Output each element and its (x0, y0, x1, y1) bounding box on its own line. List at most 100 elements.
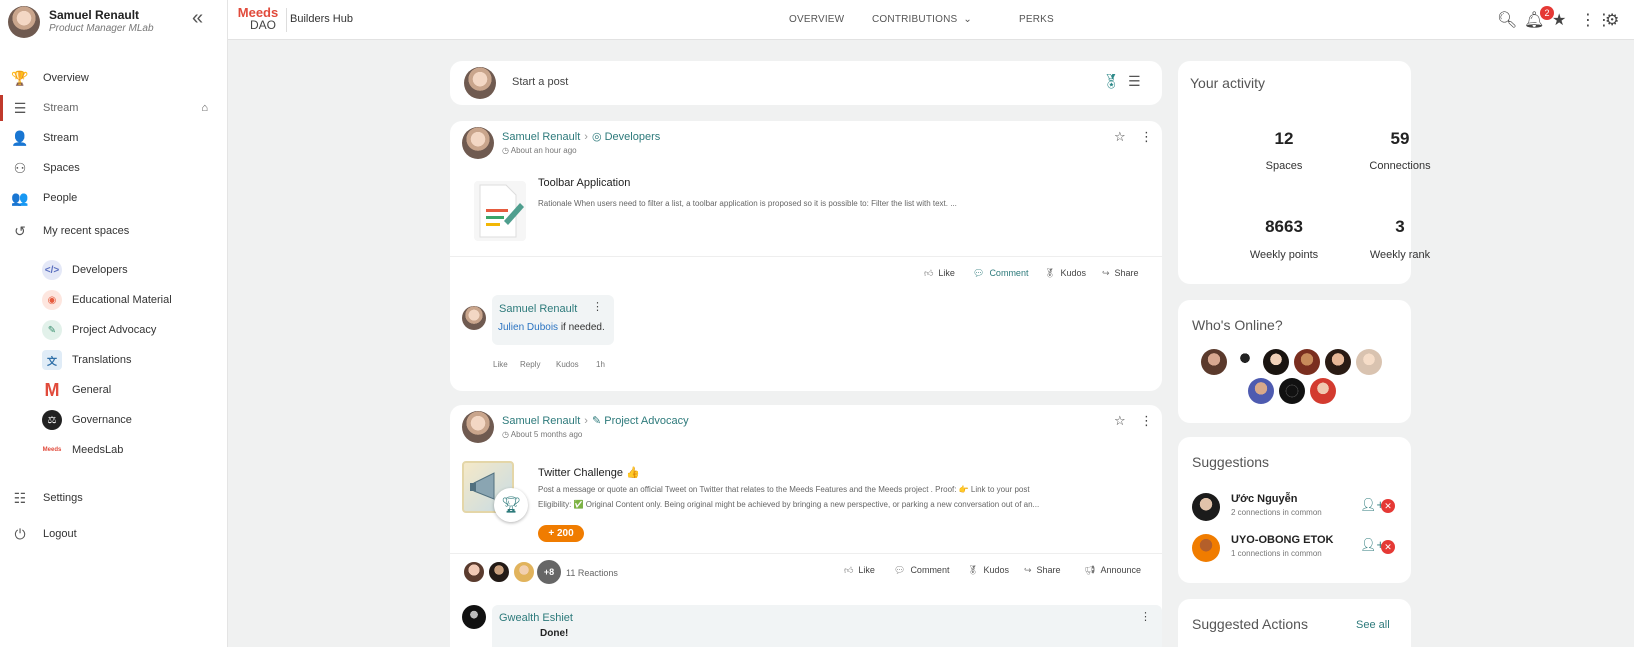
comment-like-button[interactable]: Like (493, 360, 508, 369)
post-author[interactable]: Samuel Renault (502, 131, 580, 143)
sidebar-item-stream[interactable]: ☰ Stream ⌂ (0, 95, 228, 121)
online-user-avatar[interactable] (1263, 349, 1289, 375)
comment-kudos-button[interactable]: Kudos (556, 360, 579, 369)
activity-title: Your activity (1190, 75, 1265, 91)
sidebar-item-spaces[interactable]: ⚇ Spaces (0, 155, 228, 181)
tab-contributions[interactable]: CONTRIBUTIONS ⌄ (872, 14, 972, 25)
avatar[interactable] (462, 127, 494, 159)
online-user-avatar[interactable] (1356, 349, 1382, 375)
post-time: ◷ About 5 months ago (502, 430, 583, 439)
more-options-icon[interactable]: ⋮ (1140, 129, 1153, 145)
star-icon[interactable]: ★ (1552, 10, 1566, 30)
search-icon[interactable]: 🔍︎ (1497, 10, 1517, 30)
sidebar-item-stream-private[interactable]: 👤 Stream (0, 125, 228, 151)
weekly-rank-value[interactable]: 3 (1350, 217, 1450, 237)
comment-reply-button[interactable]: Reply (520, 360, 540, 369)
avatar[interactable] (462, 411, 494, 443)
mention-link[interactable]: Julien Dubois (498, 322, 558, 333)
favorite-star-icon[interactable]: ☆ (1114, 413, 1126, 429)
more-reactions-badge[interactable]: +8 (537, 560, 561, 584)
tab-overview[interactable]: OVERVIEW (789, 14, 844, 25)
comment-button[interactable]: 💬︎ Comment (973, 268, 1028, 279)
comment-button[interactable]: 💬︎ Comment (894, 565, 949, 576)
post-space-link[interactable]: Project Advocacy (604, 415, 688, 427)
online-user-avatar[interactable] (1279, 378, 1305, 404)
home-icon[interactable]: ⌂ (201, 102, 208, 114)
reaction-avatar[interactable] (512, 560, 536, 584)
sidebar-space-educational-material[interactable]: ◉ Educational Material (42, 288, 172, 312)
like-button[interactable]: 👍︎ Like (924, 268, 955, 279)
your-activity-card: Your activity 12 Spaces 59 Connections 8… (1178, 61, 1431, 284)
see-all-link[interactable]: See all (1356, 619, 1390, 631)
sidebar-space-translations[interactable]: 文 Translations (42, 348, 132, 372)
sidebar-space-developers[interactable]: </> Developers (42, 258, 128, 282)
sidebar-item-logout[interactable]: ⏻ Logout (0, 521, 228, 547)
user-profile[interactable]: Samuel Renault Product Manager MLab (8, 6, 220, 38)
online-user-avatar[interactable] (1310, 378, 1336, 404)
educational-material-space-icon: ◉ (42, 290, 62, 310)
sidebar-space-project-advocacy[interactable]: ✎ Project Advocacy (42, 318, 156, 342)
sidebar-space-meedslab[interactable]: Meeds MeedsLab (42, 438, 124, 462)
online-user-avatar[interactable] (1201, 349, 1227, 375)
start-post-input[interactable]: Start a post (512, 76, 568, 88)
kudos-icon: 🏅︎ (967, 565, 979, 575)
suggestion-name[interactable]: UYO-OBONG ETOK (1231, 534, 1333, 546)
favorite-star-icon[interactable]: ☆ (1114, 129, 1126, 145)
document-icon (479, 184, 524, 238)
dismiss-suggestion-icon[interactable]: ✕ (1381, 499, 1395, 513)
space-label: Educational Material (72, 294, 172, 306)
collapse-sidebar-icon[interactable]: « (192, 8, 203, 28)
online-user-avatar[interactable] (1232, 349, 1258, 375)
sidebar-item-people[interactable]: 👥 People (0, 185, 228, 211)
activity-card: Samuel Renault › ✎ Project Advocacy ◷ Abou… (450, 405, 1162, 647)
sidebar-item-settings[interactable]: ☷ Settings (0, 485, 228, 511)
sidebar-item-overview[interactable]: 🏆 Overview (0, 65, 228, 91)
meeds-logo[interactable]: Meeds DAO (236, 6, 280, 34)
profile-name: Samuel Renault (49, 8, 140, 22)
comment-more-icon[interactable]: ⋮ (1140, 610, 1151, 623)
avatar[interactable] (1192, 493, 1220, 521)
kudos-button[interactable]: 🏅︎ Kudos (1044, 268, 1086, 279)
announce-button[interactable]: 📢︎ Announce (1084, 565, 1141, 576)
chevron-down-icon: ⌄ (963, 14, 972, 25)
like-button[interactable]: 👍︎ Like (844, 565, 875, 576)
avatar[interactable] (1192, 534, 1220, 562)
post-composer[interactable]: Start a post 🏅︎ ☰ (450, 61, 1162, 105)
online-user-avatar[interactable] (1325, 349, 1351, 375)
avatar[interactable] (462, 306, 486, 330)
avatar[interactable] (462, 605, 486, 629)
document-thumbnail[interactable] (474, 181, 526, 241)
comment-author[interactable]: Gwealth Eshiet (499, 612, 573, 624)
comment-more-icon[interactable]: ⋮ (592, 300, 603, 313)
online-user-avatar[interactable] (1248, 378, 1274, 404)
online-user-avatar[interactable] (1294, 349, 1320, 375)
post-author[interactable]: Samuel Renault (502, 415, 580, 427)
post-space-link[interactable]: Developers (605, 131, 661, 143)
spaces-count[interactable]: 12 (1234, 129, 1334, 149)
comment-author[interactable]: Samuel Renault (499, 303, 577, 315)
dismiss-suggestion-icon[interactable]: ✕ (1381, 540, 1395, 554)
reaction-avatar[interactable] (487, 560, 511, 584)
gear-icon[interactable]: ⚙ (1605, 10, 1619, 30)
online-title: Who's Online? (1192, 317, 1283, 333)
weekly-points-value[interactable]: 8663 (1234, 217, 1334, 237)
kudos-badge-icon[interactable]: 🏅︎ (1102, 73, 1120, 90)
kudos-button[interactable]: 🏅︎ Kudos (967, 565, 1009, 576)
filter-icon[interactable]: ☰ (1128, 73, 1141, 90)
project-advocacy-space-icon: ✎ (42, 320, 62, 340)
sidebar-item-recent-spaces[interactable]: ↺ My recent spaces (0, 218, 228, 244)
reactions-count[interactable]: 11 Reactions (566, 568, 618, 578)
suggestion-name[interactable]: Ước Nguyễn (1231, 493, 1297, 505)
sidebar-space-general[interactable]: M General (42, 378, 112, 402)
share-button[interactable]: ↪ Share (1102, 268, 1139, 279)
translations-space-icon: 文 (42, 350, 62, 370)
post-title[interactable]: Toolbar Application (538, 177, 630, 189)
more-options-icon[interactable]: ⋮ (1140, 413, 1153, 429)
connections-count[interactable]: 59 (1350, 129, 1450, 149)
sidebar-space-governance[interactable]: ⚖ Governance (42, 408, 132, 432)
reaction-avatar[interactable] (462, 560, 486, 584)
share-button[interactable]: ↪ Share (1024, 565, 1061, 576)
divider (450, 553, 1162, 554)
post-title[interactable]: Twitter Challenge 👍 (538, 466, 640, 479)
tab-perks[interactable]: PERKS (1019, 14, 1054, 25)
